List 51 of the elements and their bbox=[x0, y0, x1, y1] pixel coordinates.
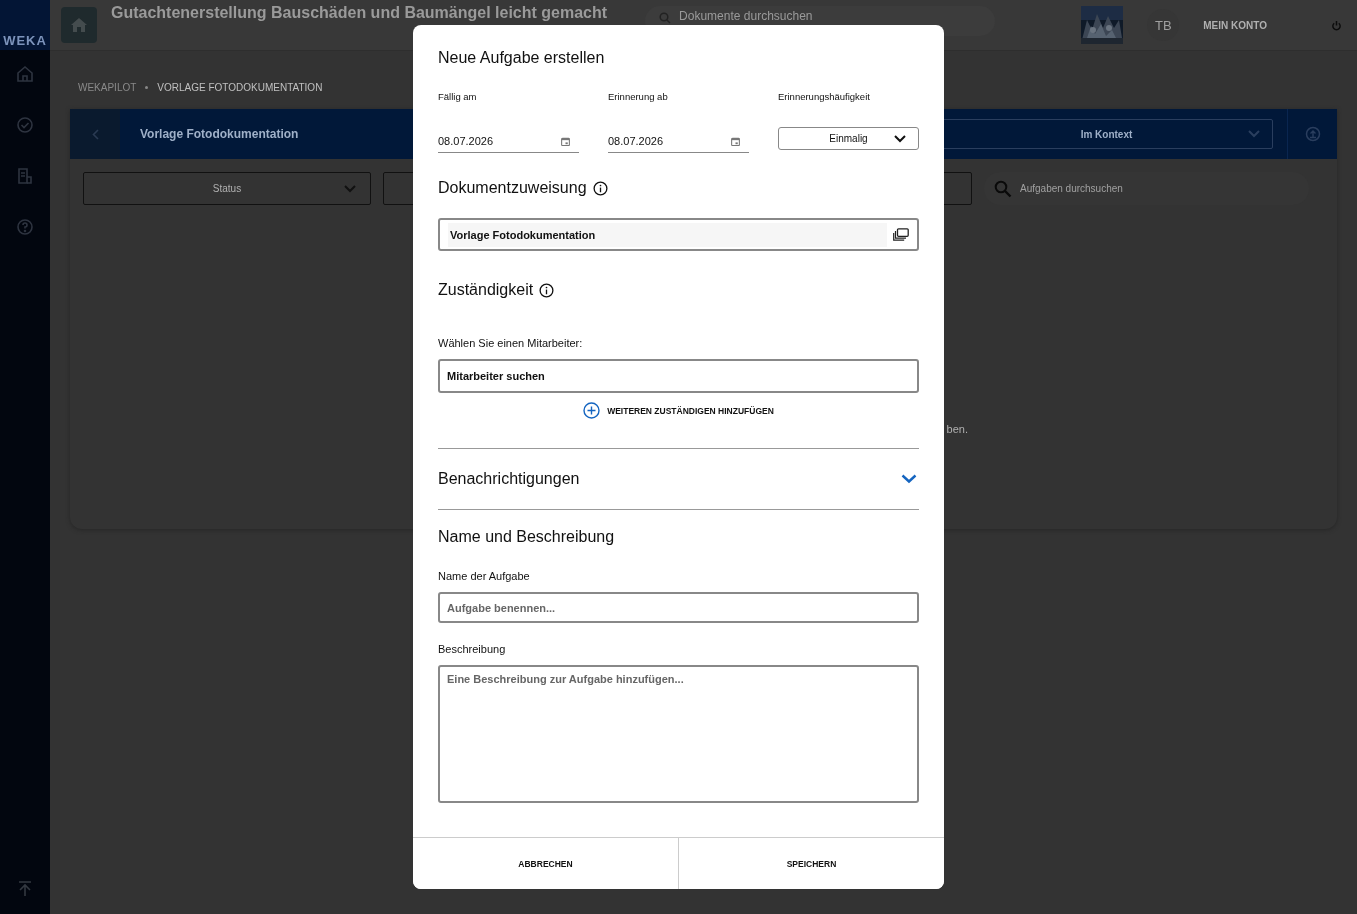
back-button[interactable] bbox=[70, 109, 120, 159]
date-field[interactable]: 08.07.2026 bbox=[438, 130, 579, 153]
account-link[interactable]: MEIN KONTO bbox=[1203, 19, 1267, 31]
check-circle-icon[interactable] bbox=[16, 116, 34, 134]
app-title: Gutachtenerstellung Bauschäden und Baumängel leicht gemacht bbox=[111, 3, 608, 22]
dialog-title: Neue Aufgabe erstellen bbox=[438, 49, 606, 67]
home-icon bbox=[70, 17, 88, 33]
field-label: Name der Aufgabe bbox=[438, 570, 531, 582]
add-assignee-button[interactable]: WEITEREN ZUSTÄNDIGEN HINZUFÜGEN bbox=[583, 402, 774, 419]
breadcrumb-item[interactable]: VORLAGE FOTODOKUMENTATION bbox=[157, 82, 323, 93]
save-button[interactable]: SPEICHERN bbox=[678, 838, 944, 889]
task-name-field[interactable]: Aufgabe benennen... bbox=[438, 592, 919, 623]
gallery-icon[interactable] bbox=[893, 228, 909, 241]
field-label: Erinnerung ab bbox=[608, 91, 669, 102]
chevron-down-icon bbox=[894, 134, 906, 143]
scroll-top-icon[interactable] bbox=[18, 881, 32, 896]
field-label: Erinnerungshäufigkeit bbox=[778, 91, 871, 102]
section-heading: Zuständigkeit bbox=[438, 281, 534, 299]
field-label: Wählen Sie einen Mitarbeiter: bbox=[438, 337, 584, 349]
power-icon[interactable] bbox=[1331, 19, 1342, 31]
home-icon[interactable] bbox=[16, 65, 34, 83]
upload-icon[interactable] bbox=[1304, 126, 1321, 142]
search-icon[interactable] bbox=[994, 179, 1012, 198]
section-heading: Benachrichtigungen bbox=[438, 470, 580, 488]
help-icon[interactable] bbox=[16, 218, 34, 236]
employee-search-field[interactable]: Mitarbeiter suchen bbox=[438, 359, 919, 393]
field-label: Beschreibung bbox=[438, 643, 507, 655]
home-button[interactable] bbox=[61, 7, 97, 43]
date-field[interactable]: 08.07.2026 bbox=[608, 130, 749, 153]
logo[interactable]: WEKA bbox=[0, 0, 50, 50]
document-field[interactable]: Vorlage Fotodokumentation bbox=[438, 218, 919, 251]
document-icon[interactable] bbox=[16, 167, 34, 185]
empty-message: ben. bbox=[946, 423, 968, 435]
calendar-icon[interactable] bbox=[561, 136, 570, 146]
chevron-left-icon bbox=[91, 128, 99, 140]
info-icon[interactable] bbox=[592, 180, 608, 196]
section-heading: Name und Beschreibung bbox=[438, 528, 616, 546]
chevron-down-icon bbox=[344, 184, 356, 193]
info-icon[interactable] bbox=[539, 282, 555, 298]
task-search-field[interactable]: Aufgaben durchsuchen bbox=[1020, 183, 1270, 194]
status-dropdown[interactable]: Status bbox=[83, 172, 371, 205]
calendar-icon[interactable] bbox=[731, 136, 740, 146]
plus-circle-icon bbox=[583, 402, 601, 419]
frequency-dropdown[interactable]: Einmalig bbox=[778, 127, 919, 150]
description-field[interactable]: Eine Beschreibung zur Aufgabe hinzufügen... bbox=[438, 665, 919, 803]
section-heading: Dokumentzuweisung bbox=[438, 179, 587, 197]
breadcrumb-item[interactable]: WEKAPILOT bbox=[78, 82, 137, 93]
panel-title: Vorlage Fotodokumentation bbox=[140, 127, 299, 141]
chevron-down-icon[interactable] bbox=[901, 474, 917, 484]
field-label: Fällig am bbox=[438, 91, 478, 102]
chevron-down-icon bbox=[1248, 130, 1260, 138]
